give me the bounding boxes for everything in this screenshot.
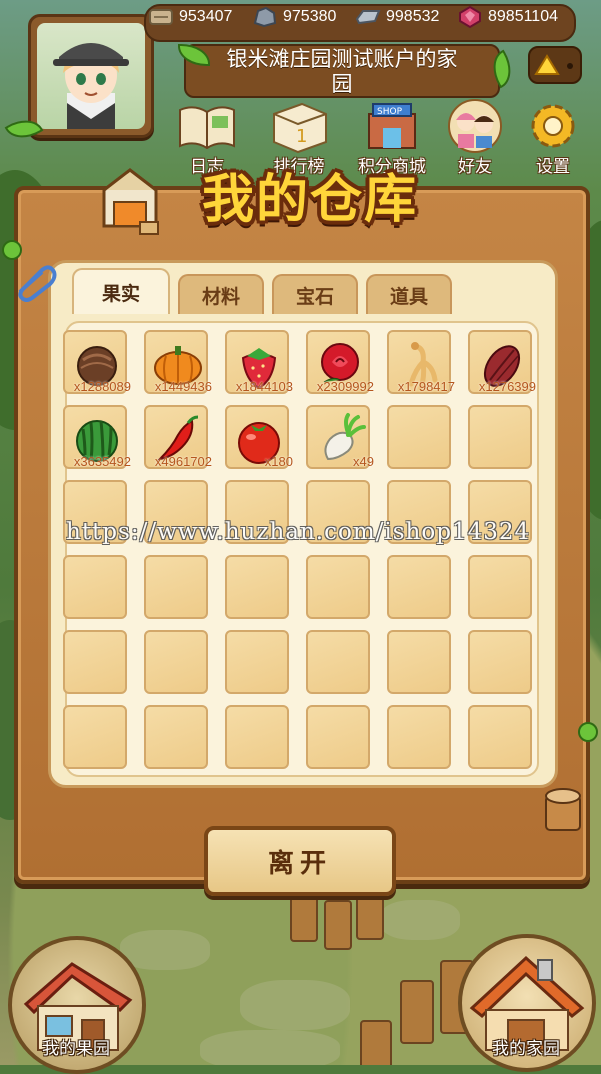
item-count: x1276399 — [478, 379, 536, 394]
resource-gem: 89851104 — [457, 4, 558, 30]
tab-props[interactable]: 道具 — [366, 274, 452, 314]
inventory-slot-empty[interactable] — [306, 555, 370, 619]
inventory-slot-empty[interactable] — [144, 705, 208, 769]
inventory-slot-empty[interactable] — [144, 555, 208, 619]
nav-friends-button[interactable]: 好友 — [440, 98, 510, 177]
paperclip-icon — [18, 265, 57, 302]
inventory-slot-empty[interactable] — [144, 630, 208, 694]
inventory-slot-empty[interactable] — [387, 405, 451, 469]
item-count: x1798417 — [397, 379, 455, 394]
inventory-slot-empty[interactable] — [306, 705, 370, 769]
player-avatar[interactable] — [37, 23, 145, 129]
inventory-slot-empty[interactable] — [468, 630, 532, 694]
warehouse-tabs: 果实 材料 宝石 道具 — [72, 268, 452, 314]
inventory-slot-coconut[interactable]: x1288089 — [63, 330, 131, 394]
tab-gems[interactable]: 宝石 — [272, 274, 358, 314]
item-count: x49 — [353, 454, 374, 469]
inventory-slot-empty[interactable] — [387, 555, 451, 619]
nav-settings-label: 设置 — [536, 157, 570, 177]
inventory-slot-strawberry[interactable]: x1844103 — [225, 330, 293, 394]
inventory-slot-chili[interactable]: x4961702 — [144, 405, 212, 469]
inventory-slot-empty[interactable] — [387, 630, 451, 694]
inventory-slot-radish[interactable]: x49 — [306, 405, 374, 469]
tree-stump-icon — [545, 788, 581, 831]
my-home-label: 我的家园 — [492, 1039, 560, 1059]
journal-book-icon — [179, 106, 235, 150]
inventory-slot-empty[interactable] — [468, 405, 532, 469]
vine-leaf-icon — [2, 240, 22, 260]
inventory-slot-empty[interactable] — [468, 705, 532, 769]
item-count: x2309992 — [316, 379, 374, 394]
notice-button[interactable] — [528, 46, 582, 84]
resource-wood: 953407 — [148, 4, 232, 30]
item-count: x3635492 — [73, 454, 131, 469]
item-count: x1288089 — [73, 379, 131, 394]
inventory-slot-cocoa[interactable]: x1276399 — [468, 330, 536, 394]
inventory-slot-empty[interactable] — [468, 555, 532, 619]
inventory-slot-pumpkin[interactable]: x1449436 — [144, 330, 212, 394]
ruby-gem-icon — [459, 5, 481, 29]
warning-triangle-icon — [534, 54, 573, 75]
inventory-slot-ginseng[interactable]: x1798417 — [387, 330, 455, 394]
vine-leaf-icon — [578, 722, 598, 742]
resource-metal-value: 998532 — [386, 8, 440, 25]
friends-icon — [448, 99, 502, 153]
item-count: x4961702 — [154, 454, 212, 469]
resource-metal: 998532 — [355, 4, 439, 30]
inventory-slot-empty[interactable] — [63, 630, 127, 694]
home-title-line2: 园 — [331, 72, 353, 96]
inventory-slot-empty[interactable] — [225, 630, 289, 694]
inventory-slot-empty[interactable] — [306, 630, 370, 694]
home-title-line1: 银米滩庄园测试账户的家 — [226, 47, 458, 71]
item-count: x1449436 — [154, 379, 212, 394]
stone-ore-icon — [253, 6, 277, 28]
svg-text:1: 1 — [296, 126, 307, 147]
inventory-slot-empty[interactable] — [387, 705, 451, 769]
resource-stone: 975380 — [252, 4, 336, 30]
wood-plank-icon — [149, 9, 173, 25]
metal-bar-icon — [355, 10, 381, 25]
warehouse-title: 我的仓库 — [201, 170, 418, 230]
gear-icon — [531, 104, 575, 148]
inventory-slot-watermelon[interactable]: x3635492 — [63, 405, 131, 469]
player-avatar-frame[interactable] — [28, 14, 154, 138]
item-count: x1844103 — [235, 379, 293, 394]
svg-text:SHOP: SHOP — [377, 107, 403, 117]
leave-button[interactable]: 离开 — [204, 826, 396, 896]
tab-fruit[interactable]: 果实 — [72, 268, 170, 314]
warehouse-building-icon — [102, 168, 159, 235]
inventory-slot-empty[interactable] — [225, 705, 289, 769]
points-shop-icon: SHOP — [368, 103, 416, 149]
leaderboard-icon: 1 — [273, 102, 327, 154]
inventory-slot-empty[interactable] — [225, 555, 289, 619]
inventory-slot-empty[interactable] — [63, 555, 127, 619]
nav-friends-label: 好友 — [458, 157, 492, 177]
home-title-banner: 银米滩庄园测试账户的家 园 — [184, 44, 500, 98]
inventory-slot-tomato[interactable]: x180 — [225, 405, 293, 469]
watermark-text: https://www.huzhan.com/ishop14324 — [66, 519, 531, 545]
nav-settings-button[interactable]: 设置 — [518, 98, 588, 177]
inventory-slot-rose[interactable]: x2309992 — [306, 330, 374, 394]
resource-wood-value: 953407 — [179, 8, 233, 25]
my-orchard-label: 我的果园 — [42, 1039, 110, 1059]
resource-gem-value: 89851104 — [488, 8, 558, 25]
item-count: x180 — [264, 454, 293, 469]
resource-stone-value: 975380 — [283, 8, 337, 25]
inventory-slot-empty[interactable] — [63, 705, 127, 769]
tab-materials[interactable]: 材料 — [178, 274, 264, 314]
